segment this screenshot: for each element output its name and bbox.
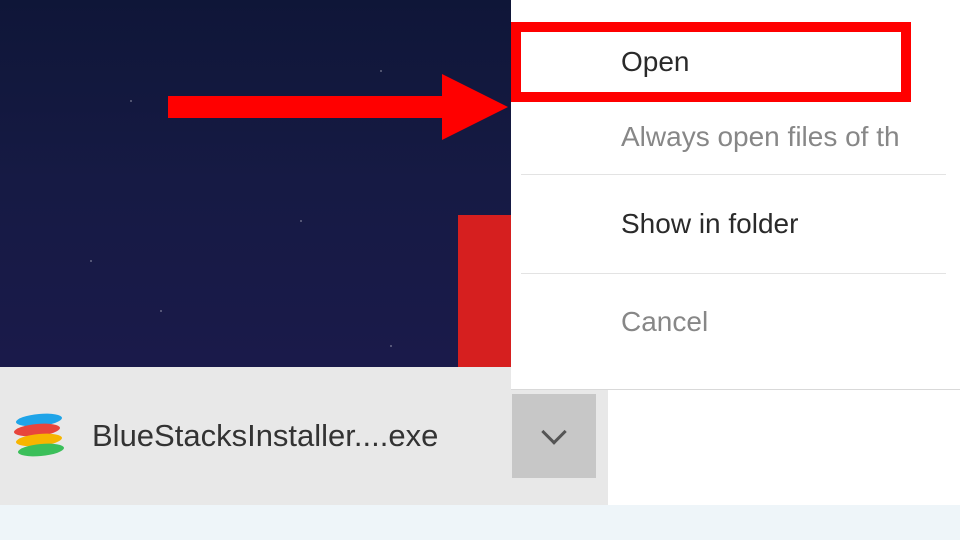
bluestacks-icon — [14, 414, 64, 458]
decorative-star — [300, 220, 302, 222]
menu-item-always-open-type: Always open files of th — [511, 100, 960, 174]
menu-item-show-in-folder[interactable]: Show in folder — [511, 175, 960, 273]
menu-item-label: Cancel — [621, 306, 708, 338]
taskbar-fragment — [0, 505, 960, 540]
menu-item-label: Show in folder — [621, 208, 798, 240]
menu-item-label: Always open files of th — [621, 121, 900, 153]
chevron-down-icon — [541, 419, 566, 444]
page-content-area — [608, 390, 960, 505]
menu-item-cancel: Cancel — [511, 274, 960, 370]
decorative-star — [130, 100, 132, 102]
decorative-star — [390, 345, 392, 347]
decorative-star — [160, 310, 162, 312]
menu-item-label: Open — [621, 46, 690, 78]
annotation-highlight-open: Open — [511, 22, 911, 102]
decorative-star — [90, 260, 92, 262]
background-graphic — [458, 215, 518, 367]
download-options-button[interactable] — [512, 394, 596, 478]
download-item[interactable]: BlueStacksInstaller....exe — [0, 367, 512, 505]
download-file-name: BlueStacksInstaller....exe — [92, 418, 438, 454]
decorative-star — [380, 70, 382, 72]
